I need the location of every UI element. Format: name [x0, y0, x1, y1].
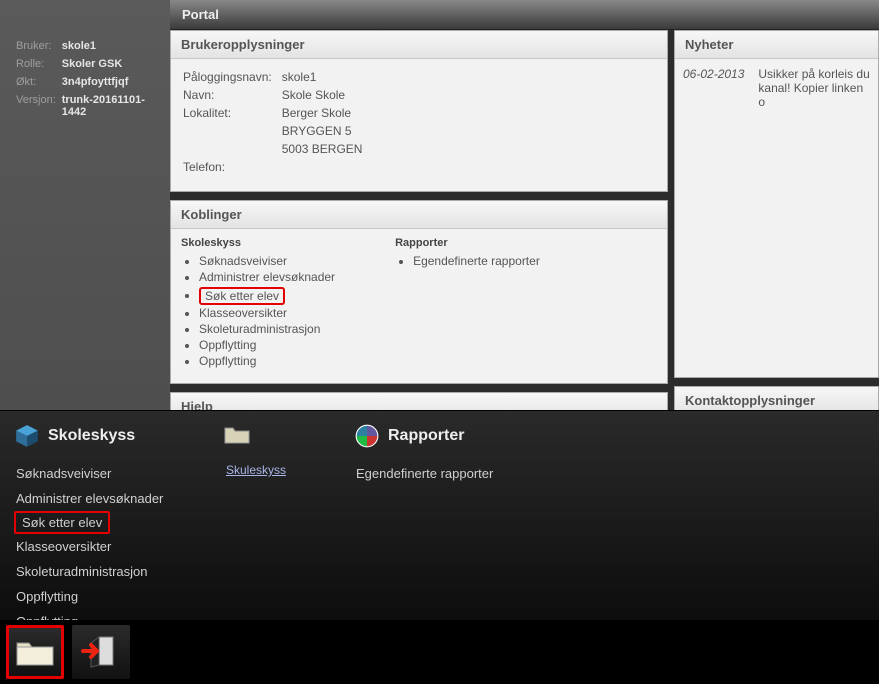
skoleskyss-list: Søknadsveiviser Administrer elevsøknader… [181, 253, 335, 369]
rapporter-header: Rapporter [395, 237, 540, 249]
brukeropplysninger-title: Brukeropplysninger [171, 31, 667, 59]
link-klasseoversikter[interactable]: Klasseoversikter [199, 305, 335, 321]
cube-icon [14, 423, 40, 449]
link-oppflytting-2[interactable]: Oppflytting [199, 353, 335, 369]
link-soknadsveiviser[interactable]: Søknadsveiviser [199, 253, 335, 269]
navn-value: Skole Skole [282, 87, 371, 103]
navn-label: Navn: [183, 87, 280, 103]
bruker-value: skole1 [62, 38, 162, 54]
globe-icon [354, 423, 380, 449]
okt-value: 3n4pfoyttfjqf [62, 74, 162, 90]
flyout-skuleskyss-col: Skuleskyss [224, 423, 314, 608]
skoleskyss-header: Skoleskyss [181, 237, 335, 249]
koblinger-panel: Koblinger Skoleskyss Søknadsveiviser Adm… [170, 200, 668, 384]
flyout-egendefinerte[interactable]: Egendefinerte rapporter [354, 461, 524, 486]
taskbar [0, 620, 879, 684]
paloggingsnavn-value: skole1 [282, 69, 371, 85]
flyout-skoleturadmin[interactable]: Skoleturadministrasjon [14, 559, 184, 584]
link-sok-etter-elev[interactable]: Søk etter elev [199, 285, 335, 305]
link-oppflytting-1[interactable]: Oppflytting [199, 337, 335, 353]
flyout-oppflytting-1[interactable]: Oppflytting [14, 584, 184, 609]
flyout-skuleskyss-link[interactable]: Skuleskyss [224, 458, 314, 482]
brukeropplysninger-panel: Brukeropplysninger Påloggingsnavn: skole… [170, 30, 668, 192]
news-text: Usikker på korleis du kanal! Kopier link… [758, 67, 870, 109]
flyout-rapporter-title: Rapporter [388, 427, 464, 445]
folder-small-icon [224, 423, 250, 450]
link-egendefinerte-rapporter[interactable]: Egendefinerte rapporter [413, 253, 540, 269]
rolle-value: Skoler GSK [62, 56, 162, 72]
start-menu-flyout: Skoleskyss Søknadsveiviser Administrer e… [0, 410, 879, 620]
rolle-label: Rolle: [16, 56, 60, 72]
bruker-label: Bruker: [16, 38, 60, 54]
start-menu-button[interactable] [6, 625, 64, 679]
lokalitet-label: Lokalitet: [183, 105, 280, 121]
nyheter-panel: Nyheter 06-02-2013 Usikker på korleis du… [674, 30, 879, 378]
versjon-label: Versjon: [16, 92, 60, 120]
flyout-sok-etter-elev[interactable]: Søk etter elev [14, 511, 110, 534]
link-skoleturadmin[interactable]: Skoleturadministrasjon [199, 321, 335, 337]
lokalitet-line3: 5003 BERGEN [282, 141, 371, 157]
flyout-skoleskyss-title: Skoleskyss [48, 427, 135, 445]
session-sidebar: Bruker: skole1 Rolle: Skoler GSK Økt: 3n… [0, 0, 170, 410]
news-date: 06-02-2013 [683, 67, 744, 109]
nyheter-title: Nyheter [675, 31, 878, 59]
paloggingsnavn-label: Påloggingsnavn: [183, 69, 280, 85]
exit-button[interactable] [72, 625, 130, 679]
exit-icon [81, 633, 121, 672]
rapporter-list: Egendefinerte rapporter [395, 253, 540, 269]
flyout-skoleskyss-col: Skoleskyss Søknadsveiviser Administrer e… [14, 423, 184, 608]
folder-icon [15, 635, 55, 670]
flyout-administrer[interactable]: Administrer elevsøknader [14, 486, 184, 511]
flyout-klasseoversikter[interactable]: Klasseoversikter [14, 534, 184, 559]
lokalitet-line2: BRYGGEN 5 [282, 123, 371, 139]
okt-label: Økt: [16, 74, 60, 90]
flyout-rapporter-col: Rapporter Egendefinerte rapporter [354, 423, 524, 608]
news-row: 06-02-2013 Usikker på korleis du kanal! … [677, 63, 876, 113]
link-administrer[interactable]: Administrer elevsøknader [199, 269, 335, 285]
portal-header: Portal [170, 0, 879, 30]
telefon-label: Telefon: [183, 159, 280, 175]
flyout-soknadsveiviser[interactable]: Søknadsveiviser [14, 461, 184, 486]
lokalitet-line1: Berger Skole [282, 105, 371, 121]
koblinger-title: Koblinger [171, 201, 667, 229]
versjon-value: trunk-20161101-1442 [62, 92, 162, 120]
main-area: Portal Brukeropplysninger Påloggingsnavn… [170, 0, 879, 470]
